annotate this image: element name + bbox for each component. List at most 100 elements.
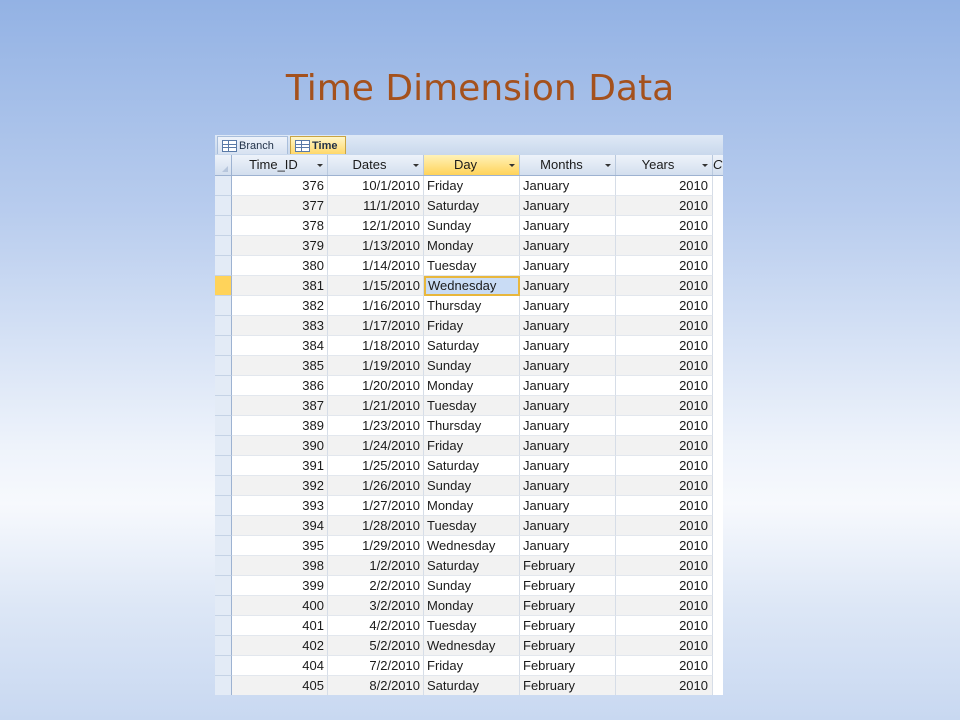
- cell-dates[interactable]: 1/29/2010: [328, 536, 424, 556]
- row-selector[interactable]: [215, 236, 232, 256]
- cell-years[interactable]: 2010: [616, 636, 713, 656]
- cell-months[interactable]: February: [520, 636, 616, 656]
- cell-years[interactable]: 2010: [616, 476, 713, 496]
- cell-months[interactable]: January: [520, 496, 616, 516]
- cell-day[interactable]: Saturday: [424, 336, 520, 356]
- cell-months[interactable]: January: [520, 516, 616, 536]
- row-selector[interactable]: [215, 276, 232, 296]
- cell-day[interactable]: Friday: [424, 656, 520, 676]
- cell-dates[interactable]: 1/15/2010: [328, 276, 424, 296]
- row-selector[interactable]: [215, 436, 232, 456]
- cell-months[interactable]: January: [520, 296, 616, 316]
- cell-time-id[interactable]: 384: [232, 336, 328, 356]
- row-selector[interactable]: [215, 476, 232, 496]
- row-selector[interactable]: [215, 616, 232, 636]
- cell-time-id[interactable]: 377: [232, 196, 328, 216]
- cell-time-id[interactable]: 381: [232, 276, 328, 296]
- column-header-day[interactable]: Day: [424, 155, 520, 175]
- cell-dates[interactable]: 7/2/2010: [328, 656, 424, 676]
- cell-dates[interactable]: 3/2/2010: [328, 596, 424, 616]
- cell-years[interactable]: 2010: [616, 236, 713, 256]
- cell-dates[interactable]: 1/14/2010: [328, 256, 424, 276]
- cell-time-id[interactable]: 400: [232, 596, 328, 616]
- row-selector[interactable]: [215, 296, 232, 316]
- cell-dates[interactable]: 8/2/2010: [328, 676, 424, 695]
- chevron-down-icon[interactable]: [413, 164, 419, 167]
- row-selector[interactable]: [215, 596, 232, 616]
- cell-day[interactable]: Friday: [424, 436, 520, 456]
- cell-dates[interactable]: 1/2/2010: [328, 556, 424, 576]
- row-selector[interactable]: [215, 636, 232, 656]
- cell-months[interactable]: January: [520, 436, 616, 456]
- cell-months[interactable]: February: [520, 576, 616, 596]
- cell-months[interactable]: February: [520, 676, 616, 695]
- cell-months[interactable]: January: [520, 356, 616, 376]
- cell-dates[interactable]: 1/16/2010: [328, 296, 424, 316]
- cell-day[interactable]: Tuesday: [424, 516, 520, 536]
- cell-dates[interactable]: 1/28/2010: [328, 516, 424, 536]
- row-selector[interactable]: [215, 536, 232, 556]
- cell-months[interactable]: January: [520, 276, 616, 296]
- cell-time-id[interactable]: 390: [232, 436, 328, 456]
- cell-day[interactable]: Wednesday: [424, 636, 520, 656]
- select-all-button[interactable]: [215, 155, 232, 175]
- cell-day[interactable]: Saturday: [424, 196, 520, 216]
- cell-time-id[interactable]: 379: [232, 236, 328, 256]
- cell-time-id[interactable]: 391: [232, 456, 328, 476]
- column-header-clipped[interactable]: C: [713, 155, 722, 175]
- cell-years[interactable]: 2010: [616, 336, 713, 356]
- column-header-months[interactable]: Months: [520, 155, 616, 175]
- cell-dates[interactable]: 2/2/2010: [328, 576, 424, 596]
- cell-time-id[interactable]: 387: [232, 396, 328, 416]
- cell-day[interactable]: Thursday: [424, 296, 520, 316]
- cell-months[interactable]: January: [520, 256, 616, 276]
- cell-months[interactable]: February: [520, 616, 616, 636]
- tab-time[interactable]: Time: [290, 136, 346, 154]
- cell-years[interactable]: 2010: [616, 436, 713, 456]
- cell-years[interactable]: 2010: [616, 356, 713, 376]
- cell-time-id[interactable]: 402: [232, 636, 328, 656]
- cell-day[interactable]: Thursday: [424, 416, 520, 436]
- cell-years[interactable]: 2010: [616, 256, 713, 276]
- cell-day[interactable]: Tuesday: [424, 396, 520, 416]
- cell-months[interactable]: January: [520, 416, 616, 436]
- column-header-dates[interactable]: Dates: [328, 155, 424, 175]
- cell-day[interactable]: Sunday: [424, 356, 520, 376]
- cell-months[interactable]: January: [520, 176, 616, 196]
- cell-day[interactable]: Monday: [424, 596, 520, 616]
- cell-dates[interactable]: 1/26/2010: [328, 476, 424, 496]
- row-selector[interactable]: [215, 356, 232, 376]
- cell-years[interactable]: 2010: [616, 596, 713, 616]
- cell-years[interactable]: 2010: [616, 296, 713, 316]
- row-selector[interactable]: [215, 336, 232, 356]
- cell-dates[interactable]: 1/20/2010: [328, 376, 424, 396]
- chevron-down-icon[interactable]: [702, 164, 708, 167]
- cell-months[interactable]: January: [520, 456, 616, 476]
- row-selector[interactable]: [215, 196, 232, 216]
- cell-months[interactable]: February: [520, 556, 616, 576]
- cell-months[interactable]: January: [520, 536, 616, 556]
- column-header-years[interactable]: Years: [616, 155, 713, 175]
- row-selector[interactable]: [215, 676, 232, 695]
- cell-years[interactable]: 2010: [616, 516, 713, 536]
- cell-years[interactable]: 2010: [616, 316, 713, 336]
- cell-day[interactable]: Sunday: [424, 476, 520, 496]
- row-selector[interactable]: [215, 496, 232, 516]
- cell-day[interactable]: Saturday: [424, 676, 520, 695]
- cell-time-id[interactable]: 389: [232, 416, 328, 436]
- cell-time-id[interactable]: 399: [232, 576, 328, 596]
- cell-dates[interactable]: 1/23/2010: [328, 416, 424, 436]
- cell-time-id[interactable]: 386: [232, 376, 328, 396]
- cell-time-id[interactable]: 380: [232, 256, 328, 276]
- row-selector[interactable]: [215, 396, 232, 416]
- cell-day[interactable]: Tuesday: [424, 256, 520, 276]
- cell-day[interactable]: Monday: [424, 376, 520, 396]
- cell-years[interactable]: 2010: [616, 616, 713, 636]
- cell-day[interactable]: Sunday: [424, 216, 520, 236]
- cell-dates[interactable]: 1/24/2010: [328, 436, 424, 456]
- chevron-down-icon[interactable]: [509, 164, 515, 167]
- cell-day[interactable]: Tuesday: [424, 616, 520, 636]
- cell-time-id[interactable]: 395: [232, 536, 328, 556]
- cell-years[interactable]: 2010: [616, 576, 713, 596]
- cell-years[interactable]: 2010: [616, 396, 713, 416]
